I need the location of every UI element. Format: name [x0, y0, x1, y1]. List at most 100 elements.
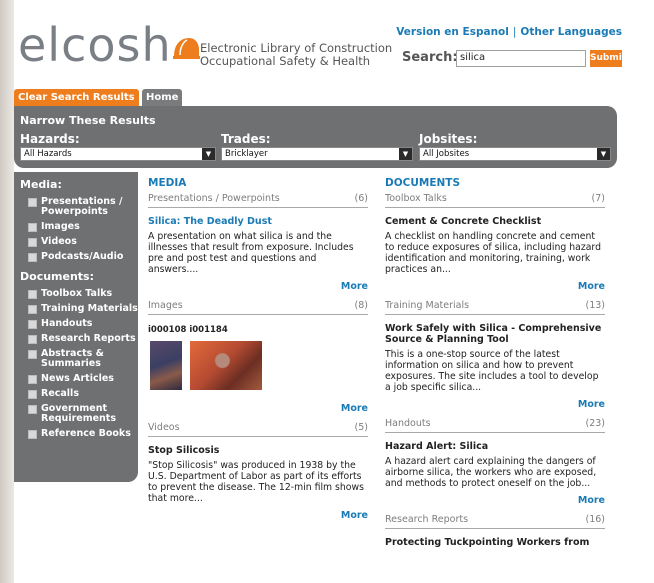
result-title-link[interactable]: Cement & Concrete Checklist	[385, 216, 605, 227]
more-link[interactable]: More	[385, 281, 605, 292]
checkbox[interactable]	[28, 320, 37, 329]
hardhat-logo-icon	[173, 38, 200, 59]
sidebar-item-government-requirements[interactable]: Government Requirements	[28, 404, 138, 424]
search-submit-button[interactable]: Submit	[590, 50, 626, 67]
more-link[interactable]: More	[148, 510, 368, 521]
logo-text: elcosh	[18, 18, 172, 72]
result-title-link[interactable]: Protecting Tuckpointing Workers from	[385, 537, 605, 548]
sidebar-item-label: Research Reports	[41, 333, 136, 344]
image-thumbnail[interactable]	[190, 341, 262, 390]
documents-column: DOCUMENTS Toolbox Talks (7) Cement & Con…	[385, 177, 605, 548]
category-count: (23)	[585, 418, 605, 429]
category-count: (5)	[354, 422, 368, 433]
sidebar-item-presentations[interactable]: Presentations / Powerpoints	[28, 197, 138, 217]
jobsites-select[interactable]: All Jobsites ▼	[419, 147, 611, 161]
sidebar-item-training-materials[interactable]: Training Materials	[28, 304, 138, 314]
lang-separator: |	[512, 26, 517, 38]
presentations-category: Presentations / Powerpoints (6)	[148, 193, 368, 208]
more-link[interactable]: More	[385, 399, 605, 410]
sidebar-item-label: Presentations / Powerpoints	[41, 196, 123, 217]
sidebar-item-images[interactable]: Images	[28, 222, 138, 232]
hazards-select[interactable]: All Hazards ▼	[20, 147, 216, 161]
hazards-selected-value: All Hazards	[24, 149, 72, 159]
sidebar-item-toolbox-talks[interactable]: Toolbox Talks	[28, 289, 138, 299]
chevron-down-icon: ▼	[399, 148, 412, 160]
checkbox[interactable]	[28, 238, 37, 247]
image-ids: i000108 i001184	[148, 325, 228, 335]
image-thumbnails	[148, 339, 368, 393]
sidebar-item-podcasts[interactable]: Podcasts/Audio	[28, 252, 138, 262]
sidebar-item-label: Government Requirements	[41, 403, 117, 424]
category-label: Toolbox Talks	[385, 193, 447, 204]
search-label: Search:	[402, 50, 458, 65]
handouts-category: Handouts (23)	[385, 418, 605, 433]
checkbox[interactable]	[28, 430, 37, 439]
category-count: (16)	[585, 514, 605, 525]
videos-category: Videos (5)	[148, 422, 368, 437]
result-description: A presentation on what silica is and the…	[148, 231, 354, 275]
toolbox-category: Toolbox Talks (7)	[385, 193, 605, 208]
result-description: "Stop Silicosis" was produced in 1938 by…	[148, 460, 364, 504]
spanish-version-link[interactable]: Version en Espanol	[396, 26, 509, 38]
sidebar-item-label: Reference Books	[41, 428, 131, 439]
checkbox[interactable]	[28, 223, 37, 232]
result-title-link[interactable]: Work Safely with Silica - Comprehensive …	[385, 323, 605, 345]
more-link[interactable]: More	[385, 495, 605, 506]
trades-selected-value: Bricklayer	[225, 149, 268, 159]
checkbox[interactable]	[28, 405, 37, 414]
chevron-down-icon: ▼	[202, 148, 215, 160]
page-shadow	[0, 0, 14, 583]
checkbox[interactable]	[28, 253, 37, 262]
category-label: Videos	[148, 422, 180, 433]
sidebar-media-heading: Media:	[20, 178, 62, 191]
checkbox[interactable]	[28, 305, 37, 314]
sidebar-item-research-reports[interactable]: Research Reports	[28, 334, 138, 344]
trades-select[interactable]: Bricklayer ▼	[221, 147, 413, 161]
more-link[interactable]: More	[148, 403, 368, 414]
result-description: A hazard alert card explaining the dange…	[385, 456, 597, 489]
category-label: Handouts	[385, 418, 431, 429]
result-title-link[interactable]: Stop Silicosis	[148, 445, 368, 456]
category-label: Images	[148, 300, 183, 311]
sidebar-item-label: Abstracts & Summaries	[41, 348, 104, 369]
checkbox[interactable]	[28, 290, 37, 299]
research-category: Research Reports (16)	[385, 514, 605, 529]
result-title-link[interactable]: Hazard Alert: Silica	[385, 441, 605, 452]
other-languages-link[interactable]: Other Languages	[520, 26, 622, 38]
sidebar-item-label: Podcasts/Audio	[41, 251, 124, 262]
image-thumbnail[interactable]	[150, 341, 182, 390]
sidebar-item-label: News Articles	[41, 373, 114, 384]
sidebar-item-videos[interactable]: Videos	[28, 237, 138, 247]
category-count: (6)	[354, 193, 368, 204]
checkbox[interactable]	[28, 390, 37, 399]
search-input[interactable]: silica	[456, 50, 586, 67]
checkbox[interactable]	[28, 335, 37, 344]
category-label: Research Reports	[385, 514, 469, 525]
sidebar-item-abstracts[interactable]: Abstracts & Summaries	[28, 349, 138, 369]
more-link[interactable]: More	[148, 281, 368, 292]
checkbox[interactable]	[28, 350, 37, 359]
sidebar-item-label: Handouts	[41, 318, 93, 329]
home-tab[interactable]: Home	[142, 89, 183, 106]
sidebar-item-reference-books[interactable]: Reference Books	[28, 429, 138, 439]
result-title-link[interactable]: Silica: The Deadly Dust	[148, 216, 368, 227]
sidebar-item-label: Toolbox Talks	[41, 288, 113, 299]
narrow-results-panel: Narrow These Results Hazards: All Hazard…	[14, 106, 617, 168]
sidebar-item-news-articles[interactable]: News Articles	[28, 374, 138, 384]
category-label: Training Materials	[385, 300, 470, 311]
sidebar-item-recalls[interactable]: Recalls	[28, 389, 138, 399]
trades-label: Trades:	[221, 132, 271, 146]
category-label: Presentations / Powerpoints	[148, 193, 280, 204]
clear-search-results-tab[interactable]: Clear Search Results	[14, 89, 139, 106]
checkbox[interactable]	[28, 198, 37, 207]
narrow-results-title: Narrow These Results	[20, 114, 156, 127]
sidebar-item-label: Videos	[41, 236, 77, 247]
elcosh-logo[interactable]: elcosh	[18, 18, 200, 72]
documents-heading: DOCUMENTS	[385, 177, 461, 189]
media-heading: MEDIA	[148, 177, 187, 189]
checkbox[interactable]	[28, 375, 37, 384]
sidebar-item-handouts[interactable]: Handouts	[28, 319, 138, 329]
result-description: A checklist on handling concrete and cem…	[385, 231, 601, 275]
sidebar-item-label: Recalls	[41, 388, 79, 399]
media-column: MEDIA Presentations / Powerpoints (6) Si…	[148, 177, 368, 521]
